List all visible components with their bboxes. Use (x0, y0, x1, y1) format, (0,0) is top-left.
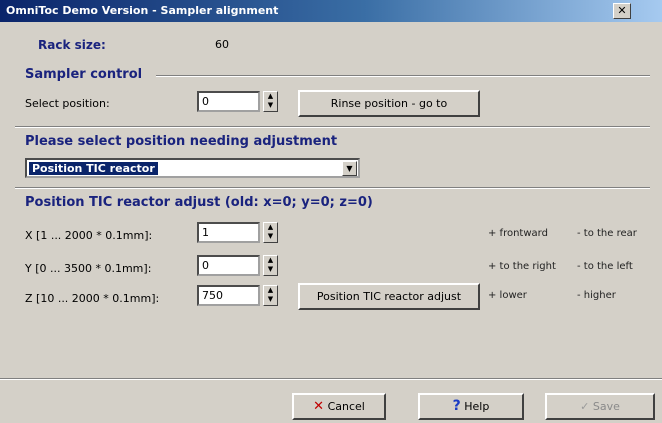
section-divider (156, 75, 650, 77)
rinse-goto-button[interactable]: Rinse position - go to (298, 90, 480, 117)
close-icon: ✕ (617, 4, 627, 17)
section-divider (15, 187, 650, 189)
window-title: OmniToc Demo Version - Sampler alignment (6, 4, 279, 17)
footer-divider (0, 378, 662, 380)
x-input[interactable]: 1 (197, 222, 260, 243)
x-minus-hint: - to the rear (577, 228, 637, 239)
y-minus-hint: - to the left (577, 261, 633, 272)
z-input[interactable]: 750 (197, 285, 260, 306)
question-icon: ? (452, 398, 461, 414)
help-label: Help (464, 400, 490, 413)
y-spin-arrows[interactable]: ▲ ▼ (263, 255, 278, 276)
z-label: Z [10 ... 2000 * 0.1mm]: (25, 292, 160, 305)
spin-down-icon[interactable]: ▼ (264, 295, 277, 304)
spin-down-icon[interactable]: ▼ (264, 232, 277, 241)
spin-up-icon[interactable]: ▲ (264, 256, 277, 265)
title-bar: OmniToc Demo Version - Sampler alignment… (0, 0, 662, 22)
chevron-down-icon[interactable]: ▼ (342, 161, 357, 176)
check-icon: ✓ (580, 400, 590, 413)
x-label: X [1 ... 2000 * 0.1mm]: (25, 229, 153, 242)
spin-up-icon[interactable]: ▲ (264, 92, 277, 101)
spin-down-icon[interactable]: ▼ (264, 101, 277, 110)
z-spin-arrows[interactable]: ▲ ▼ (263, 285, 278, 306)
y-label: Y [0 ... 3500 * 0.1mm]: (25, 262, 152, 275)
tic-reactor-adjust-button[interactable]: Position TIC reactor adjust (298, 283, 480, 310)
save-button[interactable]: ✓ Save (545, 393, 655, 420)
x-icon: ✕ (313, 399, 325, 414)
position-select-value: Position TIC reactor (29, 162, 158, 175)
close-button[interactable]: ✕ (613, 3, 631, 19)
cancel-label: Cancel (327, 400, 365, 413)
y-plus-hint: + to the right (488, 261, 556, 272)
help-button[interactable]: ? Help (418, 393, 524, 420)
sampler-control-heading: Sampler control (25, 67, 143, 82)
y-input[interactable]: 0 (197, 255, 260, 276)
y-stepper[interactable]: 0 ▲ ▼ (197, 255, 281, 276)
cancel-button[interactable]: ✕ Cancel (292, 393, 386, 420)
spin-up-icon[interactable]: ▲ (264, 286, 277, 295)
x-spin-arrows[interactable]: ▲ ▼ (263, 222, 278, 243)
position-select[interactable]: Position TIC reactor ▼ (25, 158, 360, 178)
z-plus-hint: + lower (488, 290, 527, 301)
x-plus-hint: + frontward (488, 228, 548, 239)
rack-size-label: Rack size: (38, 38, 106, 52)
section-divider (15, 126, 650, 128)
spin-up-icon[interactable]: ▲ (264, 223, 277, 232)
save-label: Save (592, 400, 620, 413)
select-position-label: Select position: (25, 97, 110, 110)
adjust-heading: Position TIC reactor adjust (old: x=0; y… (25, 195, 373, 210)
x-stepper[interactable]: 1 ▲ ▼ (197, 222, 281, 243)
z-minus-hint: - higher (577, 290, 616, 301)
rack-size-value: 60 (215, 38, 229, 51)
position-input[interactable]: 0 (197, 91, 260, 112)
position-stepper[interactable]: 0 ▲ ▼ (197, 91, 281, 112)
spin-down-icon[interactable]: ▼ (264, 265, 277, 274)
select-adjust-heading: Please select position needing adjustmen… (25, 134, 338, 149)
position-spin-arrows[interactable]: ▲ ▼ (263, 91, 278, 112)
z-stepper[interactable]: 750 ▲ ▼ (197, 285, 281, 306)
